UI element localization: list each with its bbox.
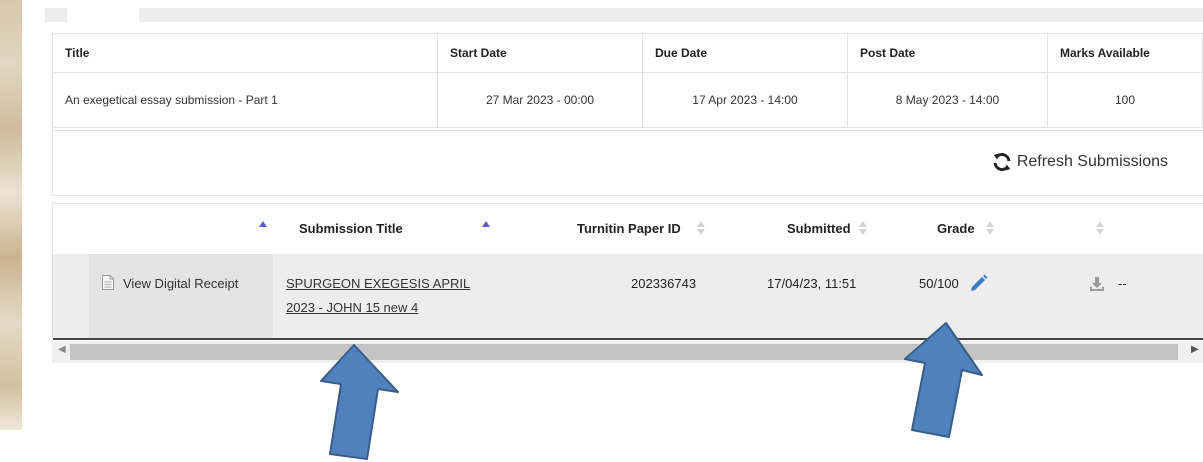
assignment-due-date: 17 Apr 2023 - 14:00	[642, 72, 848, 128]
background-strip	[0, 0, 22, 430]
header-paper-id[interactable]: Turnitin Paper ID	[577, 221, 681, 236]
grade-value: 50/100	[919, 276, 959, 291]
refresh-icon	[993, 153, 1011, 171]
scrollbar-thumb[interactable]	[70, 344, 1178, 360]
refresh-submissions-button[interactable]: Refresh Submissions	[991, 151, 1168, 173]
submission-title-link-line2[interactable]: 2023 - JOHN 15 new 4	[286, 300, 418, 315]
pencil-icon[interactable]	[969, 273, 989, 293]
header-grade[interactable]: Grade	[937, 221, 975, 236]
submissions-header-row: Submission Title Turnitin Paper ID Submi…	[53, 204, 1203, 254]
paper-id: 202336743	[631, 276, 697, 291]
scroll-right-icon[interactable]: ▶	[1191, 344, 1199, 355]
horizontal-scrollbar[interactable]: ◀ ▶	[52, 341, 1203, 363]
sort-icon[interactable]	[986, 221, 994, 235]
sort-icon[interactable]	[482, 221, 490, 227]
assignment-marks-available: 100	[1047, 72, 1203, 128]
sort-icon[interactable]	[697, 221, 705, 235]
header-start-date: Start Date	[437, 33, 643, 73]
header-marks-available: Marks Available	[1047, 33, 1203, 73]
assignment-table: Title Start Date Due Date Post Date Mark…	[52, 33, 1203, 128]
assignment-post-date: 8 May 2023 - 14:00	[847, 72, 1048, 128]
header-post-date: Post Date	[847, 33, 1048, 73]
submission-row: View Digital Receipt SPURGEON EXEGESIS A…	[53, 254, 1203, 338]
sort-icon[interactable]	[859, 221, 867, 235]
assignment-start-date: 27 Mar 2023 - 00:00	[437, 72, 643, 128]
submission-title-link-line1[interactable]: SPURGEON EXEGESIS APRIL	[286, 276, 470, 291]
sort-icon[interactable]	[259, 221, 267, 227]
assignment-header-row: Title Start Date Due Date Post Date Mark…	[52, 33, 1203, 73]
download-icon[interactable]	[1089, 276, 1105, 292]
view-digital-receipt-link[interactable]: View Digital Receipt	[123, 276, 238, 291]
header-title: Title	[52, 33, 438, 73]
sort-icon[interactable]	[1096, 221, 1104, 235]
assignment-row: An exegetical essay submission - Part 1 …	[52, 72, 1203, 128]
refresh-label: Refresh Submissions	[1016, 153, 1168, 170]
header-due-date: Due Date	[642, 33, 848, 73]
extra-value: --	[1118, 276, 1127, 291]
header-submission-title[interactable]: Submission Title	[299, 221, 403, 236]
row-divider	[53, 338, 1203, 340]
annotation-arrow-icon	[320, 344, 399, 460]
assignment-title: An exegetical essay submission - Part 1	[52, 72, 438, 128]
annotation-arrow-icon	[904, 322, 983, 438]
header-submitted[interactable]: Submitted	[787, 221, 851, 236]
submitted-date: 17/04/23, 11:51	[767, 276, 857, 291]
document-icon	[102, 275, 114, 290]
refresh-panel: Refresh Submissions	[52, 130, 1203, 196]
receipt-cell	[89, 254, 273, 338]
top-bar	[45, 8, 1203, 22]
scroll-left-icon[interactable]: ◀	[58, 344, 66, 355]
submissions-table: Submission Title Turnitin Paper ID Submi…	[52, 203, 1203, 340]
